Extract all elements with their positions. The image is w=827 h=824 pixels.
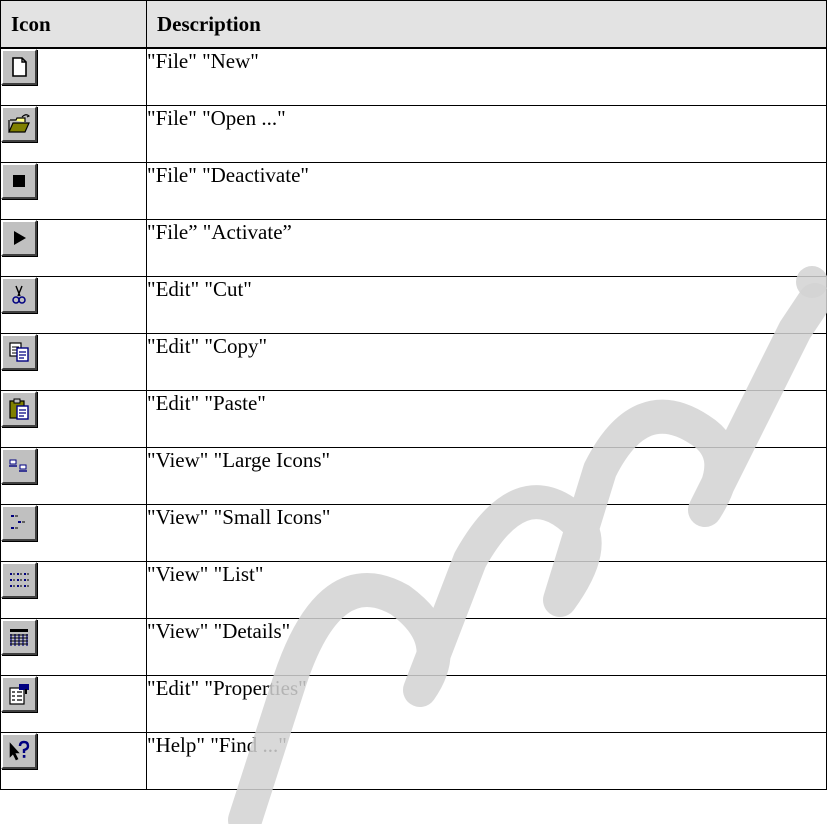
header-icon: Icon <box>0 0 147 49</box>
header-description: Description <box>146 0 827 49</box>
row-description: "View" "Small Icons" <box>146 504 827 562</box>
table-row: "Help" "Find ..." <box>0 732 827 790</box>
new-file-icon <box>12 57 27 77</box>
row-description: "View" "Details" <box>146 618 827 676</box>
row-description: "File” "Activate” <box>146 219 827 277</box>
list-button[interactable] <box>1 562 37 598</box>
deactivate-button[interactable] <box>1 163 37 199</box>
row-description: "File" "Open ..." <box>146 105 827 163</box>
help-find-icon <box>9 740 30 761</box>
table-row: "View" "List" <box>0 561 827 619</box>
table-row: "View" "Small Icons" <box>0 504 827 562</box>
table-row: "File” "Activate” <box>0 219 827 277</box>
table-header-row: Icon Description <box>0 0 827 49</box>
paste-button[interactable] <box>1 391 37 427</box>
large-icons-icon <box>9 459 27 472</box>
cut-button[interactable] <box>1 277 37 313</box>
table-row: "Edit" "Properties" <box>0 675 827 733</box>
table-row: "Edit" "Cut" <box>0 276 827 334</box>
details-button[interactable] <box>1 619 37 655</box>
row-description: "View" "Large Icons" <box>146 447 827 505</box>
small-icons-button[interactable] <box>1 505 37 541</box>
large-icons-button[interactable] <box>1 448 37 484</box>
play-icon <box>14 231 26 245</box>
properties-icon <box>9 684 29 705</box>
row-description: "Edit" "Properties" <box>146 675 827 733</box>
open-folder-icon <box>8 114 31 133</box>
table-row: "Edit" "Copy" <box>0 333 827 391</box>
toolbar-icon-table: Icon Description "File" "New" "File" "Op <box>0 0 827 790</box>
details-view-icon <box>10 629 28 646</box>
row-description: "Edit" "Paste" <box>146 390 827 448</box>
table-row: "File" "Open ..." <box>0 105 827 163</box>
small-icons-icon <box>11 515 25 529</box>
table-row: "View" "Details" <box>0 618 827 676</box>
table-row: "View" "Large Icons" <box>0 447 827 505</box>
table-row: "Edit" "Paste" <box>0 390 827 448</box>
open-button[interactable] <box>1 106 37 142</box>
list-view-icon <box>10 573 29 587</box>
row-description: "File" "Deactivate" <box>146 162 827 220</box>
row-description: "Help" "Find ..." <box>146 732 827 790</box>
table-row: "File" "New" <box>0 47 827 106</box>
stop-icon <box>13 175 25 187</box>
paste-icon <box>9 398 29 420</box>
row-description: "File" "New" <box>146 47 827 106</box>
row-description: "View" "List" <box>146 561 827 619</box>
properties-button[interactable] <box>1 676 37 712</box>
scissors-icon <box>12 285 26 304</box>
new-file-button[interactable] <box>1 49 37 85</box>
row-description: "Edit" "Cut" <box>146 276 827 334</box>
help-find-button[interactable] <box>1 733 37 769</box>
activate-button[interactable] <box>1 220 37 256</box>
copy-button[interactable] <box>1 334 37 370</box>
row-description: "Edit" "Copy" <box>146 333 827 391</box>
copy-icon <box>9 342 29 362</box>
table-row: "File" "Deactivate" <box>0 162 827 220</box>
